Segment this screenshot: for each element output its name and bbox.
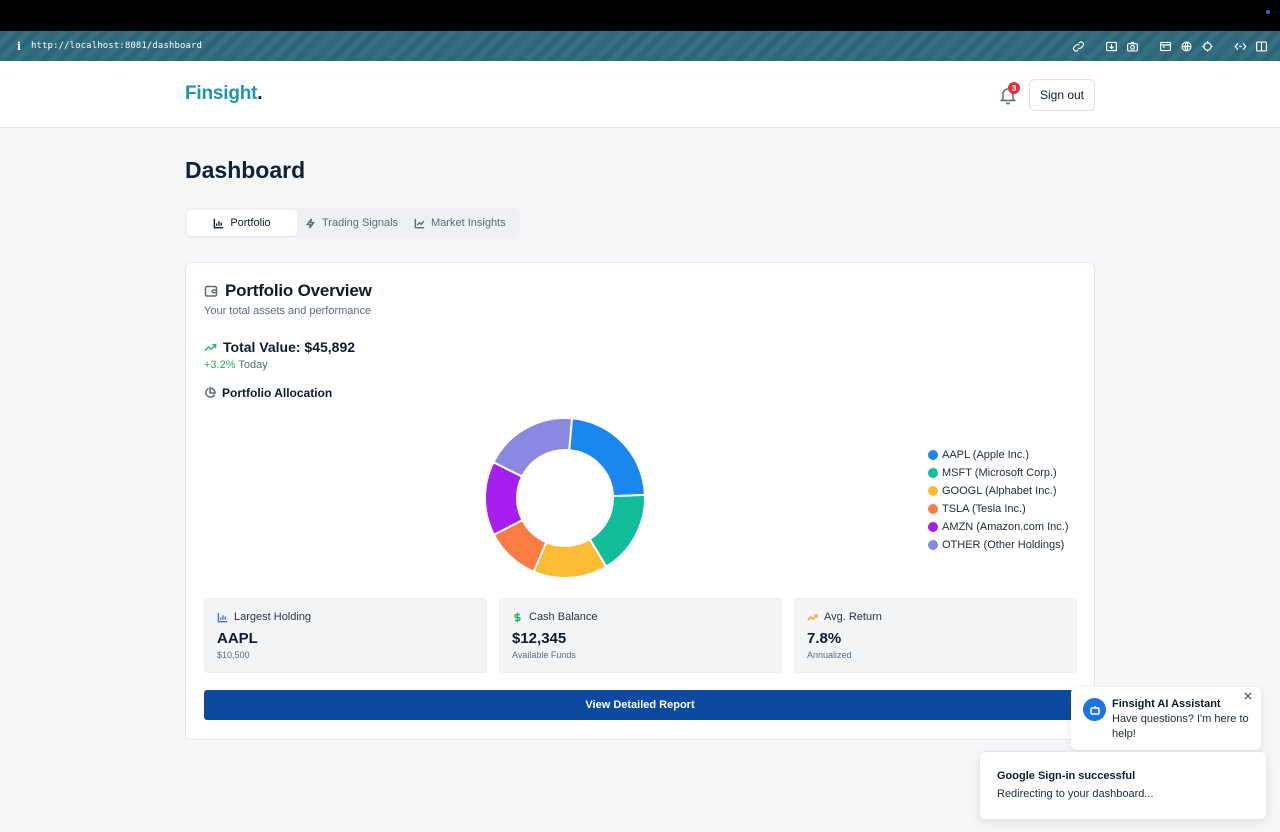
tab-market-insights[interactable]: Market Insights — [406, 210, 514, 236]
browser-toolbar — [1068, 31, 1272, 61]
card-title: Portfolio Overview — [225, 281, 372, 300]
tab-portfolio[interactable]: Portfolio — [187, 210, 297, 236]
allocation-title: Portfolio Allocation — [222, 386, 333, 400]
legend-item-aapl[interactable]: AAPL (Apple Inc.) — [928, 446, 1069, 464]
page-title: Dashboard — [185, 157, 306, 183]
legend-swatch — [928, 450, 938, 460]
stat-label-row: Largest Holding — [217, 611, 311, 623]
sign-in-toast: Google Sign-in successful Redirecting to… — [979, 751, 1267, 820]
zap-icon — [305, 218, 316, 228]
tab-label: Portfolio — [230, 217, 271, 229]
change-suffix: Today — [235, 359, 268, 371]
total-value-row: Total Value: $45,892 — [204, 339, 355, 355]
stat-value: 7.8% — [807, 630, 842, 647]
card-header: Portfolio Overview — [204, 281, 372, 301]
brand-logo[interactable]: Finsight. — [185, 83, 263, 105]
notifications-button[interactable]: 3 — [996, 82, 1020, 107]
globe-icon[interactable] — [1176, 35, 1197, 57]
status-dot — [1266, 10, 1270, 14]
stat-avg-return: Avg. Return 7.8% Annualized — [794, 598, 1077, 673]
tab-label: Trading Signals — [322, 217, 399, 229]
allocation-donut-chart — [484, 417, 646, 579]
sign-out-button[interactable]: Sign out — [1029, 79, 1095, 111]
legend-item-tsla[interactable]: TSLA (Tesla Inc.) — [928, 500, 1069, 518]
camera-icon[interactable] — [1122, 35, 1143, 57]
stat-note: Available Funds — [512, 650, 576, 660]
app-header: Finsight. 3 Sign out — [0, 61, 1280, 128]
stat-note: $10,500 — [217, 650, 250, 660]
crosshair-icon[interactable] — [1197, 35, 1218, 57]
chart-legend: AAPL (Apple Inc.) MSFT (Microsoft Corp.) G… — [928, 446, 1069, 554]
browser-address-bar: i http://localhost:8081/dashboard — [0, 31, 1280, 61]
donut-slice-aapl[interactable] — [568, 417, 646, 498]
terminal-icon[interactable] — [1155, 35, 1176, 57]
legend-swatch — [928, 486, 938, 496]
stat-label: Largest Holding — [234, 611, 312, 623]
pie-chart-icon — [205, 387, 216, 398]
legend-swatch — [928, 522, 938, 532]
stat-value: AAPL — [217, 630, 258, 647]
legend-label: GOOGL (Alphabet Inc.) — [942, 485, 1057, 497]
legend-swatch — [928, 540, 938, 550]
legend-swatch — [928, 468, 938, 478]
close-icon[interactable] — [1242, 690, 1254, 702]
stat-cash-balance: Cash Balance $12,345 Available Funds — [499, 598, 782, 673]
allocation-header: Portfolio Allocation — [204, 386, 332, 400]
tab-label: Market Insights — [431, 217, 506, 229]
daily-change: +3.2% Today — [204, 359, 268, 371]
donut-slice-other[interactable] — [492, 417, 574, 478]
wallet-icon — [204, 285, 218, 297]
download-icon[interactable] — [1101, 35, 1122, 57]
ai-assistant-popup[interactable]: Finsight AI Assistant Have questions? I'… — [1071, 687, 1261, 750]
view-detailed-report-button[interactable]: View Detailed Report — [204, 690, 1076, 720]
legend-label: AMZN (Amazon.com Inc.) — [942, 521, 1069, 533]
trending-up-icon — [807, 613, 818, 621]
stat-note: Annualized — [807, 650, 852, 660]
stat-label: Cash Balance — [529, 611, 598, 623]
brand-name: Finsight — [185, 83, 258, 104]
legend-label: OTHER (Other Holdings) — [942, 539, 1065, 551]
legend-label: MSFT (Microsoft Corp.) — [942, 467, 1057, 479]
trending-up-icon — [204, 343, 217, 351]
stat-label: Avg. Return — [824, 611, 882, 623]
bar-chart-icon — [214, 218, 224, 228]
os-menu-strip — [0, 0, 1280, 31]
url-field[interactable]: http://localhost:8081/dashboard — [31, 41, 202, 51]
tab-trading-signals[interactable]: Trading Signals — [297, 210, 406, 236]
legend-item-msft[interactable]: MSFT (Microsoft Corp.) — [928, 464, 1069, 482]
stat-largest-holding: Largest Holding AAPL $10,500 — [204, 598, 487, 673]
total-value: Total Value: $45,892 — [223, 339, 356, 355]
line-chart-icon — [414, 218, 425, 228]
toast-title: Google Sign-in successful — [997, 770, 1136, 782]
legend-label: TSLA (Tesla Inc.) — [942, 503, 1026, 515]
assistant-message: Have questions? I'm here to help! — [1112, 713, 1249, 740]
portfolio-overview-card: Portfolio Overview Your total assets and… — [185, 262, 1095, 740]
legend-swatch — [928, 504, 938, 514]
card-subtitle: Your total assets and performance — [204, 305, 372, 317]
stat-value: $12,345 — [512, 630, 567, 647]
link-icon[interactable] — [1068, 35, 1089, 57]
code-icon[interactable] — [1230, 35, 1251, 57]
dashboard-tabs: Portfolio Trading Signals Market Insight… — [185, 208, 520, 238]
legend-item-other[interactable]: OTHER (Other Holdings) — [928, 536, 1069, 554]
stat-label-row: Avg. Return — [807, 611, 882, 623]
dollar-icon — [514, 612, 521, 622]
notification-badge: 3 — [1008, 82, 1020, 94]
legend-item-googl[interactable]: GOOGL (Alphabet Inc.) — [928, 482, 1069, 500]
legend-item-amzn[interactable]: AMZN (Amazon.com Inc.) — [928, 518, 1069, 536]
bot-avatar — [1083, 698, 1106, 721]
toast-message: Redirecting to your dashboard... — [997, 788, 1154, 800]
legend-label: AAPL (Apple Inc.) — [942, 449, 1030, 461]
change-percent: +3.2% — [204, 359, 236, 371]
sidebar-icon[interactable] — [1251, 35, 1272, 57]
site-info-icon[interactable]: i — [12, 40, 26, 53]
brand-dot: . — [257, 83, 263, 104]
bot-icon — [1089, 705, 1100, 715]
stat-label-row: Cash Balance — [512, 611, 598, 623]
assistant-title: Finsight AI Assistant — [1112, 698, 1221, 710]
bar-chart-icon — [217, 612, 228, 622]
